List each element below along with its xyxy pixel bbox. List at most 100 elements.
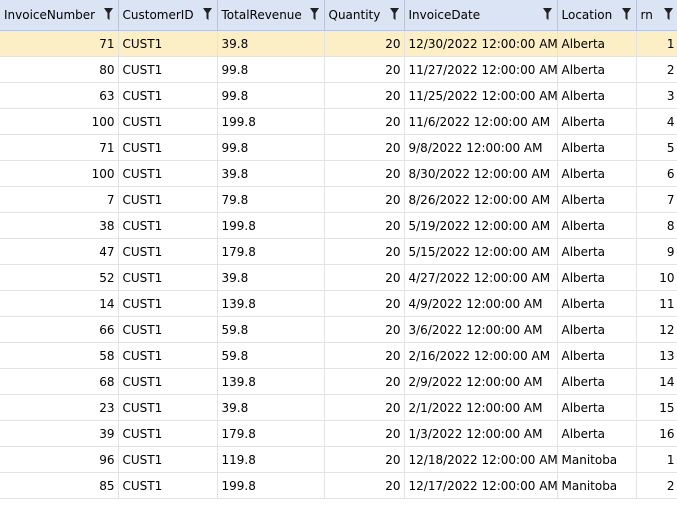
invoice-date-cell[interactable]: 12/18/2022 12:00:00 AM	[404, 446, 558, 473]
quantity-cell[interactable]: 20	[324, 82, 405, 109]
invoice-date-cell[interactable]: 1/3/2022 12:00:00 AM	[404, 420, 558, 447]
rn-cell[interactable]: 1	[636, 446, 677, 473]
location-cell[interactable]: Manitoba	[557, 472, 637, 499]
location-cell[interactable]: Alberta	[557, 134, 637, 161]
quantity-cell[interactable]: 20	[324, 368, 405, 395]
table-row[interactable]: 80 CUST1 99.8 20 11/27/2022 12:00:00 AM Alber…	[0, 56, 677, 83]
table-row[interactable]: 47 CUST1 179.8 20 5/15/2022 12:00:00 AM Alber…	[0, 238, 677, 265]
rn-cell[interactable]: 1	[636, 30, 677, 57]
invoice-number-cell[interactable]: 7	[0, 186, 119, 213]
customer-id-cell[interactable]: CUST1	[118, 82, 218, 109]
column-header-totalrevenue[interactable]: TotalRevenue	[217, 0, 325, 31]
filter-icon[interactable]	[202, 8, 212, 20]
invoice-number-cell[interactable]: 23	[0, 394, 119, 421]
invoice-number-cell[interactable]: 96	[0, 446, 119, 473]
invoice-number-cell[interactable]: 14	[0, 290, 119, 317]
customer-id-cell[interactable]: CUST1	[118, 394, 218, 421]
location-cell[interactable]: Alberta	[557, 290, 637, 317]
invoice-number-cell[interactable]: 85	[0, 472, 119, 499]
invoice-number-cell[interactable]: 66	[0, 316, 119, 343]
total-revenue-cell[interactable]: 59.8	[217, 316, 325, 343]
filter-icon[interactable]	[103, 8, 113, 20]
table-row[interactable]: 68 CUST1 139.8 20 2/9/2022 12:00:00 AM Albert…	[0, 368, 677, 395]
table-row[interactable]: 39 CUST1 179.8 20 1/3/2022 12:00:00 AM Albert…	[0, 420, 677, 447]
total-revenue-cell[interactable]: 39.8	[217, 394, 325, 421]
invoice-date-cell[interactable]: 4/27/2022 12:00:00 AM	[404, 264, 558, 291]
column-header-customerid[interactable]: CustomerID	[118, 0, 218, 31]
rn-cell[interactable]: 7	[636, 186, 677, 213]
rn-cell[interactable]: 8	[636, 212, 677, 239]
rn-cell[interactable]: 4	[636, 108, 677, 135]
quantity-cell[interactable]: 20	[324, 238, 405, 265]
total-revenue-cell[interactable]: 39.8	[217, 264, 325, 291]
table-row[interactable]: 52 CUST1 39.8 20 4/27/2022 12:00:00 AM Albert…	[0, 264, 677, 291]
total-revenue-cell[interactable]: 99.8	[217, 134, 325, 161]
invoice-number-cell[interactable]: 71	[0, 30, 119, 57]
table-row[interactable]: 100 CUST1 199.8 20 11/6/2022 12:00:00 AM Albe…	[0, 108, 677, 135]
table-row[interactable]: 7 CUST1 79.8 20 8/26/2022 12:00:00 AM Alberta…	[0, 186, 677, 213]
customer-id-cell[interactable]: CUST1	[118, 290, 218, 317]
filter-icon[interactable]	[542, 8, 552, 20]
customer-id-cell[interactable]: CUST1	[118, 264, 218, 291]
rn-cell[interactable]: 6	[636, 160, 677, 187]
location-cell[interactable]: Alberta	[557, 342, 637, 369]
location-cell[interactable]: Alberta	[557, 82, 637, 109]
customer-id-cell[interactable]: CUST1	[118, 160, 218, 187]
total-revenue-cell[interactable]: 139.8	[217, 290, 325, 317]
location-cell[interactable]: Alberta	[557, 420, 637, 447]
invoice-date-cell[interactable]: 11/27/2022 12:00:00 AM	[404, 56, 558, 83]
rn-cell[interactable]: 9	[636, 238, 677, 265]
invoice-number-cell[interactable]: 39	[0, 420, 119, 447]
customer-id-cell[interactable]: CUST1	[118, 472, 218, 499]
invoice-date-cell[interactable]: 2/16/2022 12:00:00 AM	[404, 342, 558, 369]
quantity-cell[interactable]: 20	[324, 134, 405, 161]
customer-id-cell[interactable]: CUST1	[118, 212, 218, 239]
total-revenue-cell[interactable]: 59.8	[217, 342, 325, 369]
invoice-number-cell[interactable]: 100	[0, 160, 119, 187]
total-revenue-cell[interactable]: 179.8	[217, 238, 325, 265]
location-cell[interactable]: Alberta	[557, 160, 637, 187]
rn-cell[interactable]: 3	[636, 82, 677, 109]
customer-id-cell[interactable]: CUST1	[118, 316, 218, 343]
invoice-date-cell[interactable]: 11/6/2022 12:00:00 AM	[404, 108, 558, 135]
column-header-location[interactable]: Location	[557, 0, 637, 31]
quantity-cell[interactable]: 20	[324, 472, 405, 499]
quantity-cell[interactable]: 20	[324, 316, 405, 343]
column-header-rn[interactable]: rn	[636, 0, 677, 31]
customer-id-cell[interactable]: CUST1	[118, 420, 218, 447]
table-row[interactable]: 71 CUST1 99.8 20 9/8/2022 12:00:00 AM Alberta…	[0, 134, 677, 161]
invoice-number-cell[interactable]: 100	[0, 108, 119, 135]
rn-cell[interactable]: 16	[636, 420, 677, 447]
column-header-invoicenumber[interactable]: InvoiceNumber	[0, 0, 119, 31]
location-cell[interactable]: Alberta	[557, 186, 637, 213]
customer-id-cell[interactable]: CUST1	[118, 342, 218, 369]
rn-cell[interactable]: 11	[636, 290, 677, 317]
location-cell[interactable]: Alberta	[557, 30, 637, 57]
quantity-cell[interactable]: 20	[324, 56, 405, 83]
invoice-date-cell[interactable]: 12/30/2022 12:00:00 AM	[404, 30, 558, 57]
rn-cell[interactable]: 13	[636, 342, 677, 369]
customer-id-cell[interactable]: CUST1	[118, 186, 218, 213]
customer-id-cell[interactable]: CUST1	[118, 56, 218, 83]
table-row[interactable]: 14 CUST1 139.8 20 4/9/2022 12:00:00 AM Albert…	[0, 290, 677, 317]
invoice-date-cell[interactable]: 8/30/2022 12:00:00 AM	[404, 160, 558, 187]
total-revenue-cell[interactable]: 179.8	[217, 420, 325, 447]
filter-icon[interactable]	[621, 8, 631, 20]
location-cell[interactable]: Alberta	[557, 212, 637, 239]
quantity-cell[interactable]: 20	[324, 30, 405, 57]
invoice-date-cell[interactable]: 5/19/2022 12:00:00 AM	[404, 212, 558, 239]
table-row[interactable]: 66 CUST1 59.8 20 3/6/2022 12:00:00 AM Alberta…	[0, 316, 677, 343]
table-row[interactable]: 96 CUST1 119.8 20 12/18/2022 12:00:00 AM Mani…	[0, 446, 677, 473]
invoice-number-cell[interactable]: 71	[0, 134, 119, 161]
location-cell[interactable]: Alberta	[557, 264, 637, 291]
total-revenue-cell[interactable]: 39.8	[217, 160, 325, 187]
invoice-date-cell[interactable]: 9/8/2022 12:00:00 AM	[404, 134, 558, 161]
location-cell[interactable]: Alberta	[557, 394, 637, 421]
total-revenue-cell[interactable]: 119.8	[217, 446, 325, 473]
quantity-cell[interactable]: 20	[324, 186, 405, 213]
total-revenue-cell[interactable]: 199.8	[217, 212, 325, 239]
quantity-cell[interactable]: 20	[324, 394, 405, 421]
quantity-cell[interactable]: 20	[324, 264, 405, 291]
customer-id-cell[interactable]: CUST1	[118, 108, 218, 135]
rn-cell[interactable]: 15	[636, 394, 677, 421]
